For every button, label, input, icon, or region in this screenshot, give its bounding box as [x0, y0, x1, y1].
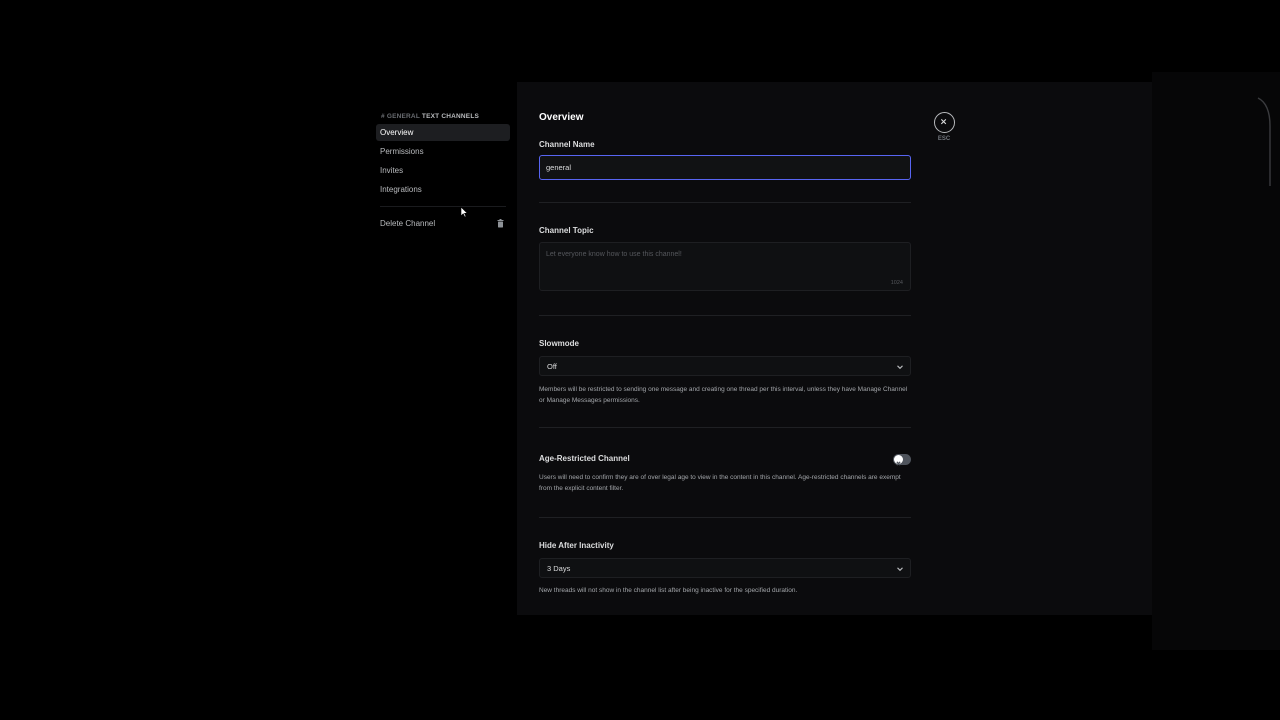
toggle-knob — [894, 455, 903, 466]
section-divider — [539, 517, 911, 518]
slowmode-description: Members will be restricted to sending on… — [539, 386, 908, 404]
channel-topic-label: Channel Topic — [539, 226, 594, 235]
sidebar-header-label: TEXT CHANNELS — [421, 113, 480, 120]
sidebar-divider — [380, 206, 506, 207]
sidebar-item-integrations[interactable]: Integrations — [376, 181, 510, 198]
chevron-down-icon — [897, 567, 903, 572]
sidebar-header-channel: # GENERAL — [381, 113, 420, 120]
sidebar-item-label: Invites — [380, 166, 404, 175]
slowmode-value: Off — [547, 362, 557, 371]
sidebar-item-invites[interactable]: Invites — [376, 162, 510, 179]
settings-content: Overview Channel Name Channel Topic Let … — [517, 82, 1152, 615]
hide-after-inactivity-description: New threads will not show in the channel… — [539, 587, 798, 594]
sidebar-item-label: Permissions — [380, 147, 424, 156]
decorative-arc — [1257, 97, 1271, 186]
sidebar-item-overview[interactable]: Overview — [376, 124, 510, 141]
chevron-down-icon — [897, 365, 903, 370]
delete-channel-button[interactable]: Delete Channel — [376, 215, 510, 232]
section-divider — [539, 315, 911, 316]
sidebar-item-label: Overview — [380, 128, 414, 137]
hide-after-inactivity-value: 3 Days — [547, 564, 571, 573]
sidebar-header: # GENERAL TEXT CHANNELS — [376, 112, 510, 122]
hide-after-inactivity-select[interactable]: 3 Days — [539, 558, 911, 578]
section-divider — [539, 427, 911, 428]
close-button-group: ESC — [933, 112, 955, 142]
channel-name-label: Channel Name — [539, 140, 595, 149]
age-restricted-description: Users will need to confirm they are of o… — [539, 474, 901, 492]
esc-label: ESC — [937, 136, 951, 142]
slowmode-label: Slowmode — [539, 339, 580, 348]
channel-name-input[interactable] — [539, 155, 911, 180]
hide-after-inactivity-label: Hide After Inactivity — [539, 541, 614, 550]
channel-topic-placeholder: Let everyone know how to use this channe… — [546, 251, 682, 258]
delete-channel-label: Delete Channel — [380, 219, 436, 228]
slowmode-select[interactable]: Off — [539, 356, 911, 376]
mouse-cursor-icon — [460, 206, 468, 218]
age-restricted-label: Age-Restricted Channel — [539, 454, 630, 463]
sidebar-nav: # GENERAL TEXT CHANNELS Overview Permiss… — [376, 112, 510, 232]
sidebar-item-label: Integrations — [380, 185, 422, 194]
character-counter: 1024 — [890, 280, 903, 286]
close-button[interactable] — [933, 112, 955, 133]
close-icon — [940, 118, 946, 125]
sidebar-item-permissions[interactable]: Permissions — [376, 143, 510, 160]
page-title: Overview — [539, 112, 584, 123]
x-icon — [896, 461, 901, 466]
section-divider — [539, 202, 911, 203]
channel-topic-input[interactable]: Let everyone know how to use this channe… — [539, 242, 911, 291]
age-restricted-toggle[interactable] — [893, 454, 911, 466]
settings-sidebar: # GENERAL TEXT CHANNELS Overview Permiss… — [0, 0, 517, 720]
trash-icon — [497, 219, 504, 228]
